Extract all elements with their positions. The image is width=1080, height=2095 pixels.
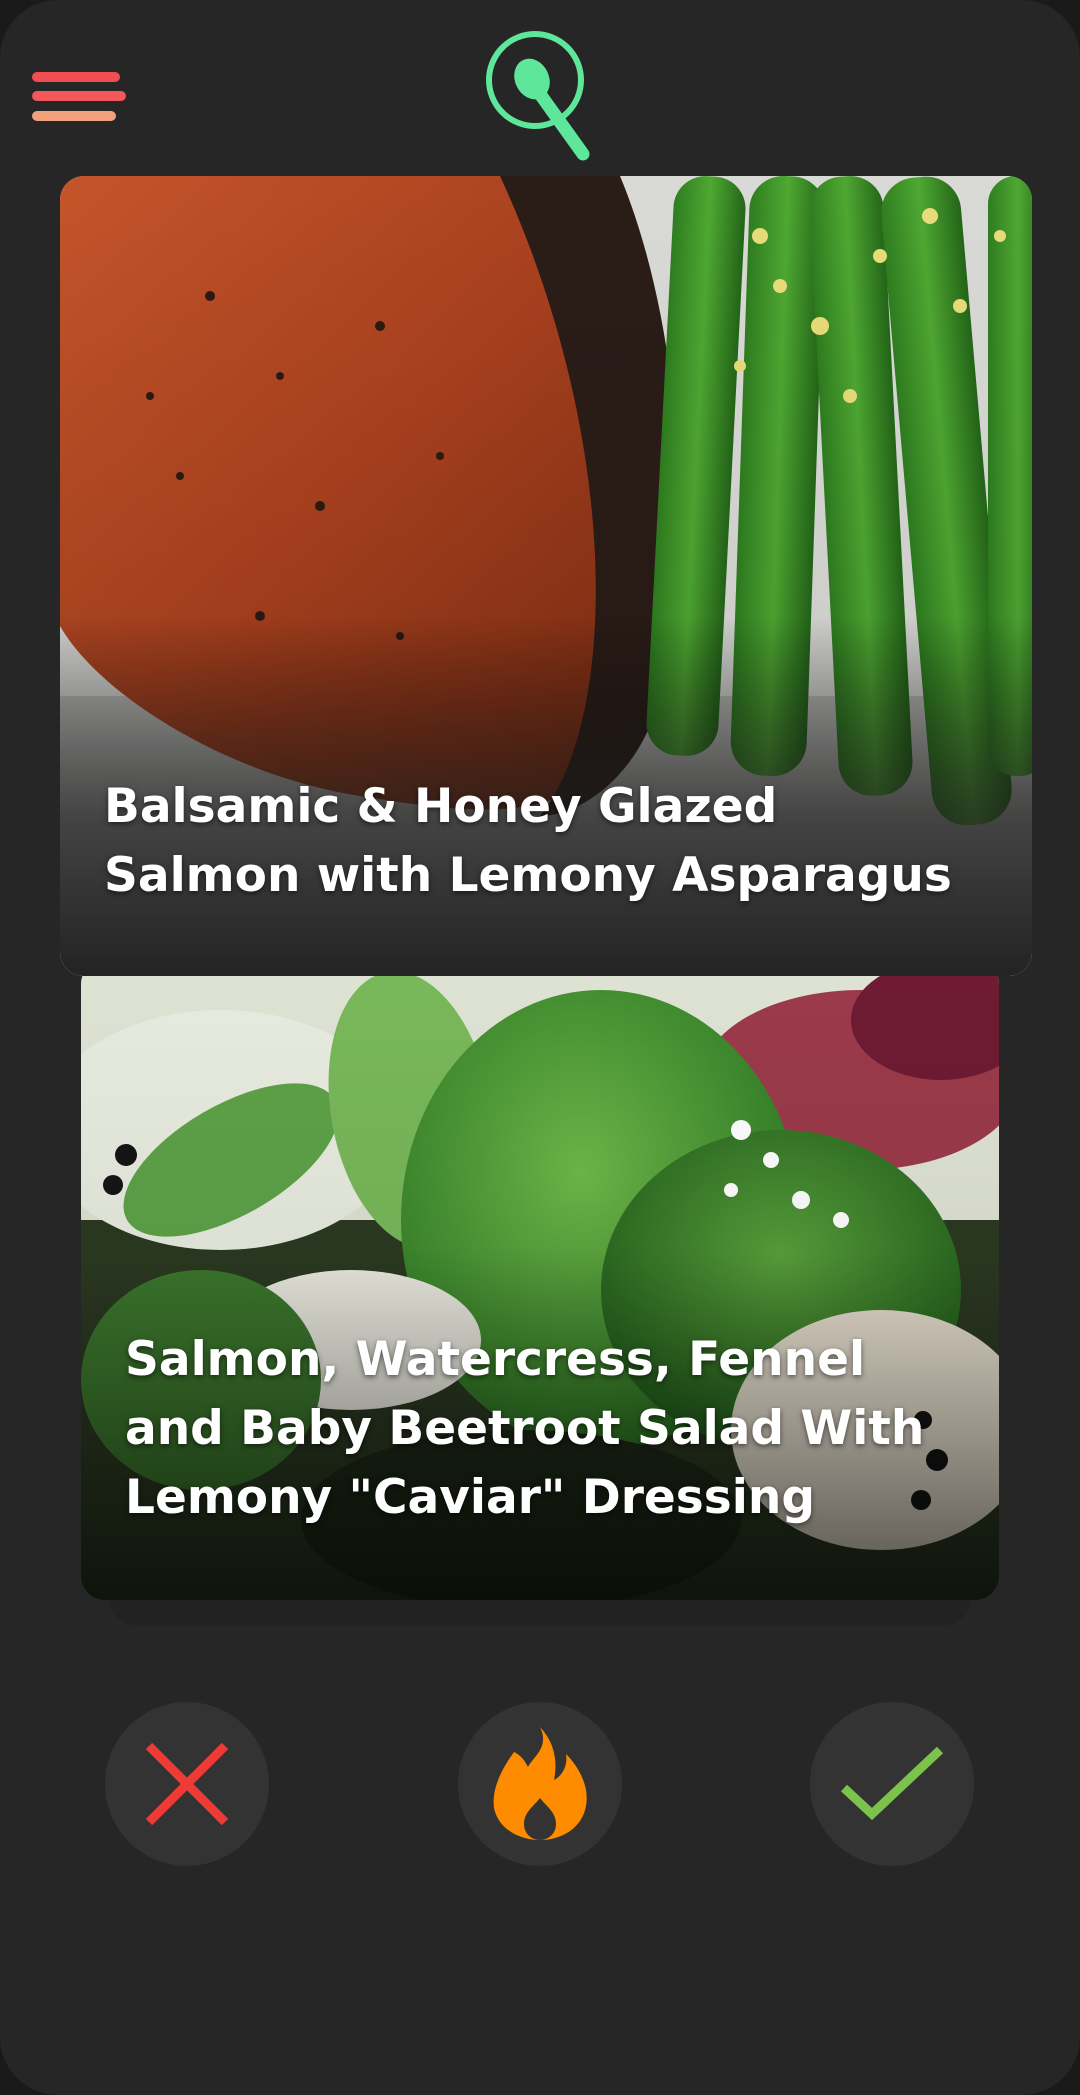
checkmark-icon [840, 1746, 944, 1821]
recipe-title-line: Salmon, Watercress, Fennel [125, 1332, 866, 1387]
menu-bar-middle [32, 91, 126, 101]
hot-recipes-button[interactable] [458, 1702, 622, 1866]
hamburger-menu-icon[interactable] [28, 66, 126, 128]
app-screen: Salmon, Watercress, Fennel and Baby Beet… [0, 0, 1080, 2095]
flame-icon [493, 1727, 587, 1840]
spoon-search-logo-icon[interactable] [480, 24, 600, 169]
top-bar [0, 0, 1080, 175]
menu-bar-bottom [32, 111, 116, 121]
menu-bar-top [32, 72, 120, 82]
close-x-icon [145, 1742, 229, 1826]
recipe-title-line: Salmon with Lemony Asparagus [104, 848, 952, 903]
recipe-title-line: Lemony "Caviar" Dressing [125, 1470, 815, 1525]
recipe-title-line: Balsamic & Honey Glazed [104, 779, 778, 834]
recipe-title: Salmon, Watercress, Fennel and Baby Beet… [125, 1325, 959, 1532]
recipe-title: Balsamic & Honey Glazed Salmon with Lemo… [104, 772, 992, 910]
recipe-title-line: and Baby Beetroot Salad With [125, 1401, 925, 1456]
recipe-card-next[interactable]: Salmon, Watercress, Fennel and Baby Beet… [81, 960, 999, 1600]
recipe-card-current[interactable]: Balsamic & Honey Glazed Salmon with Lemo… [60, 176, 1032, 976]
accept-button[interactable] [810, 1702, 974, 1866]
reject-button[interactable] [105, 1702, 269, 1866]
